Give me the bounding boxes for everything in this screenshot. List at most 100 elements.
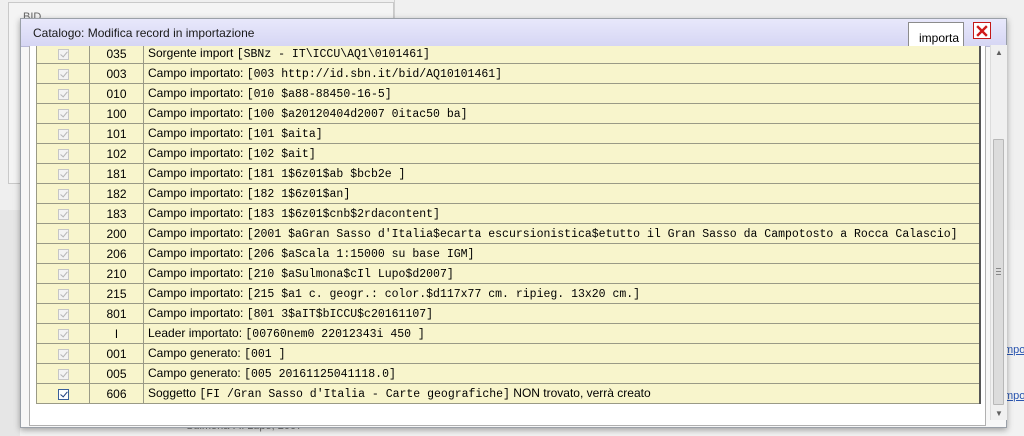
- row-label: Campo importato:: [148, 66, 247, 80]
- row-code: 182: [89, 183, 144, 204]
- row-description: Campo importato: [182 1$6z01$an]: [143, 183, 981, 204]
- table-row: 101 Campo importato: [101 $aita]: [36, 123, 981, 144]
- row-value: [801 3$aIT$bICCU$c20161107]: [246, 308, 434, 321]
- row-label: Sorgente import: [148, 46, 237, 60]
- row-label: Campo importato:: [148, 206, 247, 220]
- row-value: [00760nem0 22012343i 450 ]: [245, 328, 425, 341]
- row-checkbox: [57, 248, 69, 260]
- row-code: 606: [89, 383, 144, 404]
- row-value: [SBNz - IT\ICCU\AQ1\0101461]: [236, 48, 430, 61]
- row-label: Campo generato:: [148, 346, 245, 360]
- row-code: 003: [89, 63, 144, 84]
- row-description: Campo importato: [102 $ait]: [143, 143, 981, 164]
- table-row: 200 Campo importato: [2001 $aGran Sasso d…: [36, 223, 981, 244]
- row-value: [215 $a1 c. geogr.: color.$d117x77 cm. r…: [246, 288, 641, 301]
- row-description: Campo importato: [183 1$6z01$cnb$2rdacon…: [143, 203, 981, 224]
- row-label: Leader importato:: [148, 326, 246, 340]
- row-checkbox-cell: [36, 163, 90, 184]
- bg-side-link[interactable]: mpor: [1004, 390, 1024, 402]
- row-code: 183: [89, 203, 144, 224]
- row-checkbox-cell: [36, 283, 90, 304]
- row-value: [182 1$6z01$an]: [246, 188, 351, 201]
- row-code: 215: [89, 283, 144, 304]
- row-checkbox-cell: [36, 143, 90, 164]
- row-checkbox[interactable]: [57, 388, 69, 400]
- close-icon: [976, 24, 988, 37]
- row-label: Campo importato:: [148, 306, 247, 320]
- row-description: Campo importato: [210 $aSulmona$cIl Lupo…: [143, 263, 981, 284]
- row-checkbox: [57, 208, 69, 220]
- row-checkbox-cell: [36, 83, 90, 104]
- row-checkbox: [57, 308, 69, 320]
- row-label: Campo importato:: [148, 286, 247, 300]
- row-value: [206 $aScala 1:15000 su base IGM]: [246, 248, 475, 261]
- table-row: 801 Campo importato: [801 3$aIT$bICCU$c20…: [36, 303, 981, 324]
- row-checkbox-cell: [36, 303, 90, 324]
- scroll-up-icon[interactable]: ▲: [991, 45, 1007, 59]
- row-value: [181 1$6z01$ab $bcb2e ]: [246, 168, 406, 181]
- row-checkbox: [57, 68, 69, 80]
- row-checkbox-cell: [36, 46, 90, 64]
- row-description: Leader importato: [00760nem0 22012343i 4…: [143, 323, 981, 344]
- table-row: 010 Campo importato: [010 $a88-88450-16-5…: [36, 83, 981, 104]
- table-row: 035 Sorgente import [SBNz - IT\ICCU\AQ1\0…: [36, 46, 981, 64]
- row-label: Soggetto: [148, 386, 200, 400]
- table-row: 183 Campo importato: [183 1$6z01$cnb$2rda…: [36, 203, 981, 224]
- table-row: 215 Campo importato: [215 $a1 c. geogr.: …: [36, 283, 981, 304]
- row-description: Campo importato: [003 http://id.sbn.it/b…: [143, 63, 981, 84]
- row-checkbox: [57, 368, 69, 380]
- table-row: 606 Soggetto [FI /Gran Sasso d'Italia - C…: [36, 383, 981, 404]
- row-code: 101: [89, 123, 144, 144]
- row-value: [003 http://id.sbn.it/bid/AQ10101461]: [246, 68, 503, 81]
- row-checkbox: [57, 268, 69, 280]
- row-value: [102 $ait]: [246, 148, 316, 161]
- row-status-suffix: NON trovato, verrà creato: [509, 386, 651, 400]
- row-description: Campo generato: [001 ]: [143, 343, 981, 364]
- records-table: 035 Sorgente import [SBNz - IT\ICCU\AQ1\0…: [36, 46, 981, 404]
- row-value: [100 $a20120404d2007 0itac50 ba]: [246, 108, 468, 121]
- close-button[interactable]: [973, 22, 991, 39]
- row-checkbox: [57, 48, 69, 60]
- row-checkbox: [57, 188, 69, 200]
- scroll-down-icon[interactable]: ▼: [991, 406, 1007, 420]
- row-code: 005: [89, 363, 144, 384]
- modal-dialog: Catalogo: Modifica record in importazion…: [20, 18, 1007, 428]
- row-description: Campo importato: [215 $a1 c. geogr.: col…: [143, 283, 981, 304]
- scroll-thumb[interactable]: [993, 139, 1004, 405]
- row-label: Campo importato:: [148, 146, 247, 160]
- row-label: Campo generato:: [148, 366, 245, 380]
- row-checkbox-cell: [36, 203, 90, 224]
- bg-side-link[interactable]: mpor: [1004, 344, 1024, 356]
- row-code: 181: [89, 163, 144, 184]
- row-description: Soggetto [FI /Gran Sasso d'Italia - Cart…: [143, 383, 981, 404]
- row-label: Campo importato:: [148, 126, 247, 140]
- vertical-scrollbar[interactable]: ▲ ▼: [990, 45, 1007, 420]
- records-frame: 035 Sorgente import [SBNz - IT\ICCU\AQ1\0…: [29, 46, 986, 426]
- row-checkbox: [57, 128, 69, 140]
- table-row: 001 Campo generato: [001 ]: [36, 343, 981, 364]
- row-checkbox-cell: [36, 223, 90, 244]
- row-code: 210: [89, 263, 144, 284]
- row-checkbox-cell: [36, 183, 90, 204]
- table-row: l Leader importato: [00760nem0 22012343i …: [36, 323, 981, 344]
- row-code: 100: [89, 103, 144, 124]
- row-checkbox: [57, 328, 69, 340]
- row-checkbox-cell: [36, 343, 90, 364]
- row-description: Campo importato: [100 $a20120404d2007 0i…: [143, 103, 981, 124]
- row-code: 206: [89, 243, 144, 264]
- row-description: Campo importato: [2001 $aGran Sasso d'It…: [143, 223, 981, 244]
- row-checkbox-cell: [36, 363, 90, 384]
- row-description: Campo importato: [206 $aScala 1:15000 su…: [143, 243, 981, 264]
- row-checkbox: [57, 108, 69, 120]
- row-label: Campo importato:: [148, 266, 247, 280]
- import-button[interactable]: importa: [908, 22, 964, 46]
- table-row: 181 Campo importato: [181 1$6z01$ab $bcb2…: [36, 163, 981, 184]
- table-row: 102 Campo importato: [102 $ait]: [36, 143, 981, 164]
- table-row: 182 Campo importato: [182 1$6z01$an]: [36, 183, 981, 204]
- bg-sidebar: [0, 210, 20, 436]
- row-value: [010 $a88-88450-16-5]: [246, 88, 392, 101]
- row-code: 801: [89, 303, 144, 324]
- row-checkbox-cell: [36, 63, 90, 84]
- row-value: [001 ]: [244, 348, 286, 361]
- row-description: Campo importato: [181 1$6z01$ab $bcb2e ]: [143, 163, 981, 184]
